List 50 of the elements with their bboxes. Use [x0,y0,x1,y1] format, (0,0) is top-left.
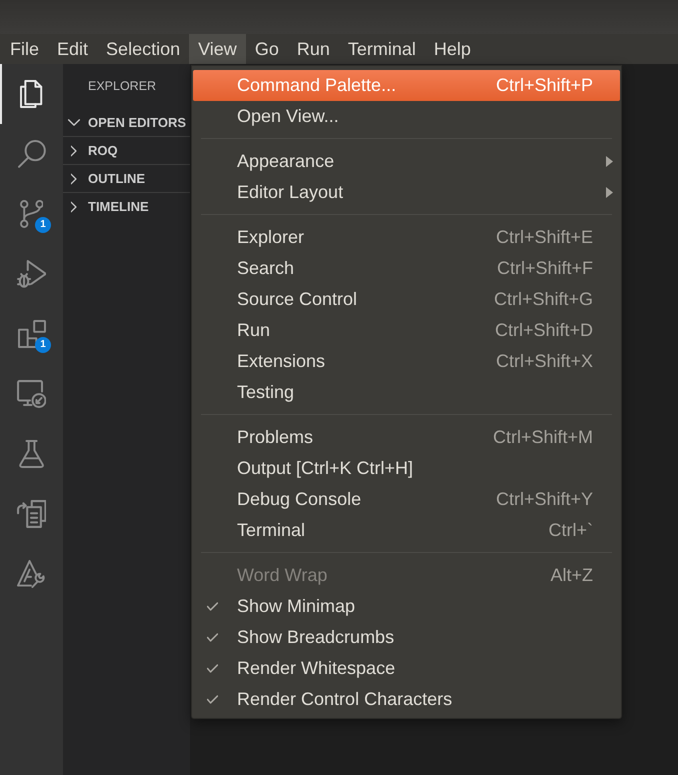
menu-item[interactable]: Show Minimap [193,591,620,622]
activity-bar-button[interactable]: 1 [0,184,63,244]
menu-bar-item[interactable]: Help [424,34,480,64]
menu-bar-item[interactable]: Terminal [338,34,425,64]
play-bug-icon [16,260,46,288]
triangle-wrench-icon [17,560,46,588]
menu-item[interactable]: Debug Console Ctrl+Shift+Y [193,484,620,515]
menu-item[interactable]: Run Ctrl+Shift+D [193,315,620,346]
keyboard-shortcut: Alt+Z [550,565,593,586]
blocks-icon [18,320,46,348]
menu-bar-item[interactable]: Go [246,34,288,64]
menu-item[interactable]: Problems Ctrl+Shift+M [193,422,620,453]
sidebar-title: EXPLORER [87,78,158,95]
menu-item[interactable]: Testing [193,377,620,408]
menu-bar-item[interactable]: Run [288,34,339,64]
menu-item[interactable]: Render Control Characters [193,684,620,715]
menu-item[interactable]: Render Whitespace [193,653,620,684]
branch-icon [20,200,44,228]
menu-bar-item[interactable]: Selection [97,34,190,64]
menu-item[interactable]: Open View... [193,101,620,132]
menu-item[interactable]: Editor Layout [193,177,620,208]
menu-item[interactable]: Show Breadcrumbs [193,622,620,653]
activity-bar-button[interactable]: 1 [0,304,63,364]
flask-icon [18,440,44,468]
menu-item[interactable]: Output [Ctrl+K Ctrl+H] [193,453,620,484]
menu-bar-item[interactable]: File [1,34,48,64]
menu-item[interactable]: Explorer Ctrl+Shift+E [193,222,620,253]
keyboard-shortcut: Ctrl+Shift+M [492,427,593,448]
menu-item[interactable]: Source Control Ctrl+Shift+G [193,284,620,315]
menu-item[interactable]: Extensions Ctrl+Shift+X [193,346,620,377]
count-badge: 1 [35,217,51,233]
keyboard-shortcut: Ctrl+Shift+D [494,320,593,341]
count-badge: 1 [35,337,51,353]
keyboard-shortcut: Ctrl+Shift+G [494,289,593,310]
keyboard-shortcut: Ctrl+Shift+X [496,351,593,372]
keyboard-shortcut: Ctrl+Shift+E [496,227,593,248]
keyboard-shortcut: Ctrl+` [548,520,593,541]
menu-item[interactable]: Terminal Ctrl+` [193,515,620,546]
keyboard-shortcut: Ctrl+Shift+P [496,75,593,96]
menu-bar-item[interactable]: Edit [48,34,98,64]
section-header[interactable]: OPEN EDITORS [63,108,190,136]
menu-item[interactable]: Appearance [193,146,620,177]
keyboard-shortcut: Ctrl+Shift+Y [496,489,593,510]
keyboard-shortcut: Ctrl+Shift+F [496,258,593,279]
menu-item[interactable]: Search Ctrl+Shift+F [193,253,620,284]
search-icon [18,140,46,168]
monitor-icon [16,380,46,408]
files-icon [20,80,43,108]
menu-bar-item[interactable]: View [189,34,246,64]
document-arrow-icon [16,500,46,528]
